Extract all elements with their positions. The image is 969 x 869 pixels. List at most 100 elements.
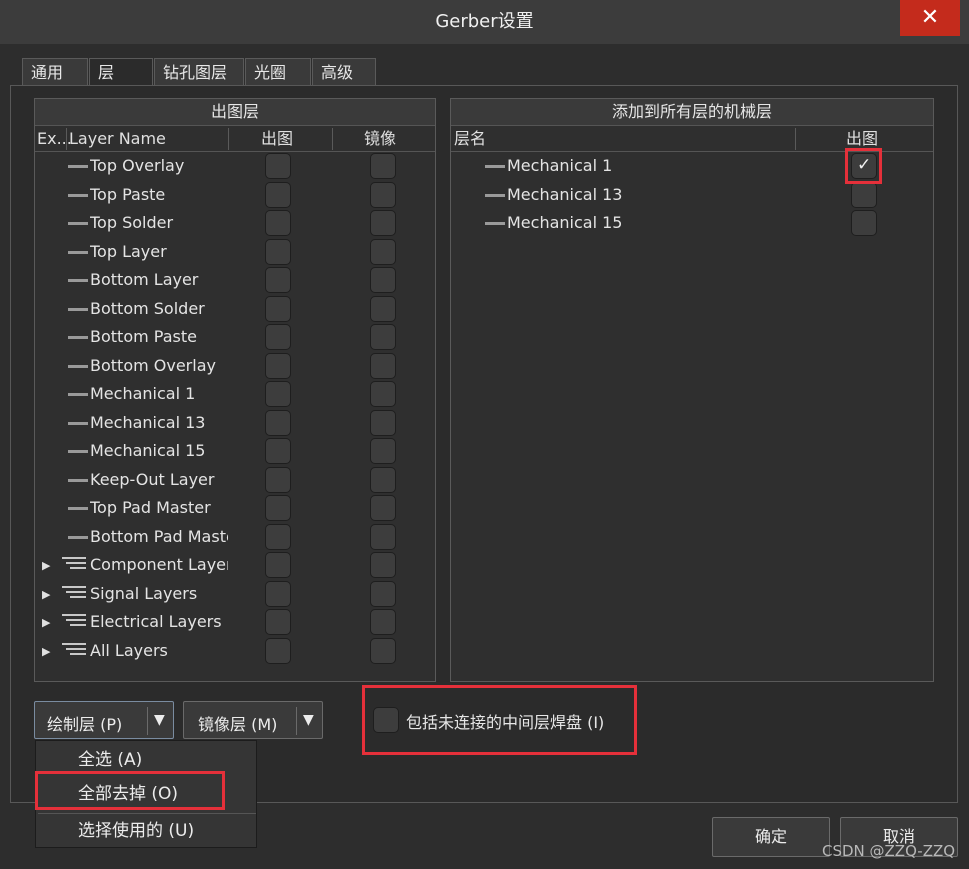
mirror-checkbox[interactable]	[370, 295, 396, 322]
highlight-box-deselect-all	[35, 771, 225, 810]
plot-checkbox[interactable]	[265, 267, 291, 293]
ok-button[interactable]: 确定	[712, 817, 830, 857]
layer-line-icon	[68, 478, 88, 482]
layer-stack-icon	[62, 585, 86, 602]
layer-name: Top Paste	[90, 184, 166, 204]
expand-arrow-icon[interactable]: ▶	[42, 588, 50, 601]
mirror-checkbox[interactable]	[370, 523, 396, 550]
mechanical-plot-checkbox[interactable]	[851, 210, 877, 236]
tab-advanced[interactable]: 高级	[312, 58, 376, 85]
expand-arrow-icon[interactable]: ▶	[42, 645, 50, 658]
col-header-layer-name-right[interactable]: 层名	[454, 127, 486, 151]
plot-layers-panel-title: 出图层	[35, 99, 435, 126]
layer-name: Mechanical 15	[90, 441, 206, 460]
layer-group-name: Signal Layers	[90, 583, 198, 603]
mirror-checkbox[interactable]	[370, 495, 396, 521]
layer-line-icon	[68, 307, 88, 311]
plot-checkbox[interactable]	[265, 324, 291, 350]
layer-line-icon	[68, 279, 88, 282]
mirror-checkbox[interactable]	[370, 238, 396, 265]
highlight-box-mech1	[845, 148, 882, 184]
tab-apertures[interactable]: 光圈	[245, 58, 311, 85]
plot-checkbox[interactable]	[265, 580, 291, 607]
mirror-checkbox[interactable]	[370, 438, 396, 464]
mechanical-layer-name: Mechanical 13	[507, 184, 623, 204]
col-header-plot[interactable]: 出图	[261, 127, 293, 151]
plot-layers-dropdown-button[interactable]: 绘制层 (P) ▼	[34, 701, 174, 739]
col-header-mirror[interactable]: 镜像	[364, 127, 396, 151]
layer-name: Bottom Overlay	[90, 355, 216, 375]
mirror-checkbox[interactable]	[370, 210, 396, 236]
highlight-box-include	[362, 685, 637, 755]
col-header-layer-name[interactable]: Layer Name	[69, 127, 166, 151]
layer-name: Top Overlay	[90, 156, 185, 175]
plot-checkbox[interactable]	[265, 438, 291, 464]
layer-group-name: Component Layers	[90, 555, 228, 574]
plot-checkbox[interactable]	[265, 238, 291, 265]
mechanical-layers-panel-title: 添加到所有层的机械层	[451, 99, 933, 126]
layer-line-icon	[68, 450, 88, 453]
tab-general[interactable]: 通用	[22, 58, 88, 85]
layer-name: Top Pad Master	[90, 498, 211, 517]
mirror-checkbox[interactable]	[370, 324, 396, 350]
plot-checkbox[interactable]	[265, 352, 291, 379]
mirror-checkbox[interactable]	[370, 352, 396, 379]
plot-checkbox[interactable]	[265, 210, 291, 236]
tab-layers[interactable]: 层	[89, 58, 153, 87]
close-button[interactable]: ✕	[900, 0, 960, 36]
layer-name: Bottom Pad Maste	[90, 526, 228, 546]
col-divider	[228, 128, 229, 150]
layer-stack-icon	[62, 642, 86, 659]
layer-line-icon	[68, 364, 88, 368]
mechanical-layer-name: Mechanical 1	[507, 156, 613, 175]
layer-line-icon	[68, 250, 88, 254]
layer-stack-icon	[62, 557, 86, 573]
plot-checkbox[interactable]	[265, 609, 291, 635]
layer-line-icon	[68, 193, 88, 197]
expand-arrow-icon[interactable]: ▶	[42, 559, 50, 572]
window-title: Gerber设置	[435, 11, 534, 32]
layer-name: Top Solder	[90, 213, 174, 232]
mirror-checkbox[interactable]	[370, 637, 396, 664]
plot-checkbox[interactable]	[265, 523, 291, 550]
mirror-checkbox[interactable]	[370, 609, 396, 635]
layer-name: Bottom Solder	[90, 298, 205, 318]
tab-drill-drawing[interactable]: 钻孔图层	[154, 58, 244, 85]
plot-checkbox[interactable]	[265, 409, 291, 436]
mirror-checkbox[interactable]	[370, 552, 396, 578]
col-divider	[66, 128, 67, 150]
close-icon: ✕	[920, 5, 940, 30]
mirror-checkbox[interactable]	[370, 181, 396, 208]
plot-checkbox[interactable]	[265, 466, 291, 493]
plot-checkbox[interactable]	[265, 637, 291, 664]
plot-checkbox[interactable]	[265, 381, 291, 407]
layer-name: Mechanical 1	[90, 384, 196, 403]
plot-checkbox[interactable]	[265, 153, 291, 179]
mirror-checkbox[interactable]	[370, 153, 396, 179]
mirror-checkbox[interactable]	[370, 580, 396, 607]
mirror-checkbox[interactable]	[370, 409, 396, 436]
layer-group-name: All Layers	[90, 640, 168, 660]
plot-checkbox[interactable]	[265, 181, 291, 208]
layer-name: Top Layer	[90, 241, 167, 261]
layer-name: Mechanical 13	[90, 412, 206, 432]
expand-arrow-icon[interactable]: ▶	[42, 616, 50, 629]
layer-line-icon	[485, 193, 505, 197]
plot-checkbox[interactable]	[265, 295, 291, 322]
layer-group-name: Electrical Layers	[90, 612, 222, 631]
mirror-checkbox[interactable]	[370, 381, 396, 407]
plot-checkbox[interactable]	[265, 552, 291, 578]
layer-line-icon	[485, 222, 505, 225]
mirror-layers-dropdown-button[interactable]: 镜像层 (M) ▼	[183, 701, 323, 739]
layer-name: Bottom Layer	[90, 270, 199, 289]
layer-name: Keep-Out Layer	[90, 469, 215, 489]
plot-checkbox[interactable]	[265, 495, 291, 521]
mirror-layers-label: 镜像层 (M)	[198, 715, 278, 734]
layer-line-icon	[68, 222, 88, 225]
menu-item-select-used[interactable]: 选择使用的 (U)	[36, 814, 256, 848]
mechanical-plot-checkbox[interactable]	[851, 181, 877, 208]
mirror-checkbox[interactable]	[370, 267, 396, 293]
mechanical-layer-name: Mechanical 15	[507, 213, 623, 232]
col-divider	[332, 128, 333, 150]
mirror-checkbox[interactable]	[370, 466, 396, 493]
